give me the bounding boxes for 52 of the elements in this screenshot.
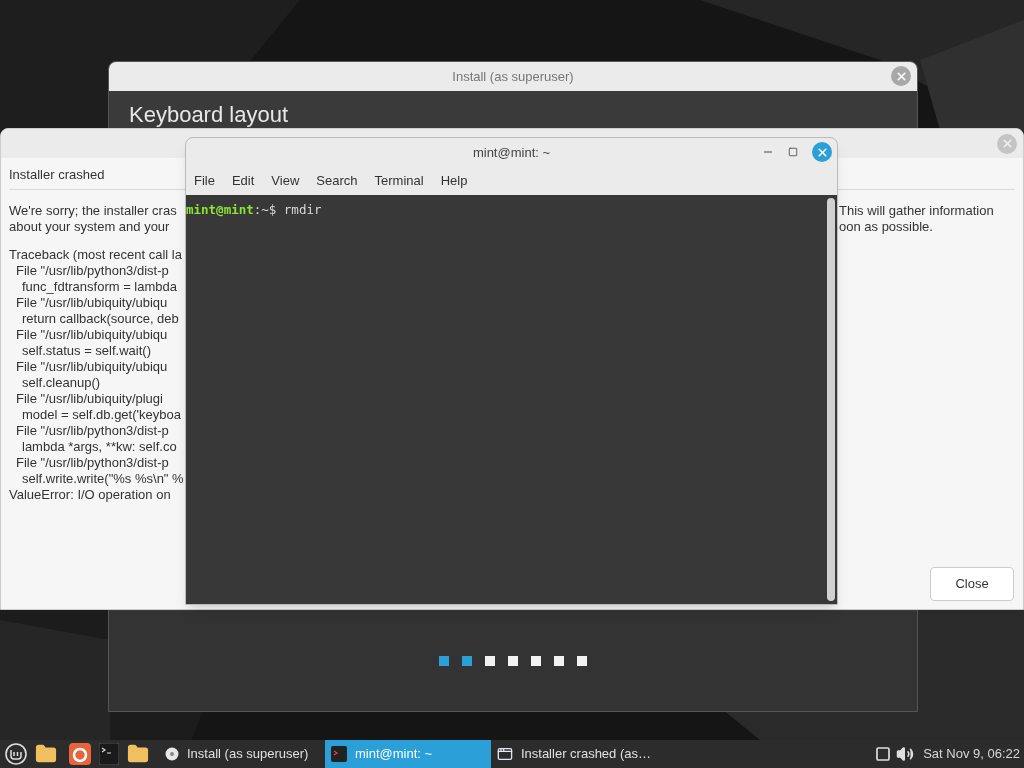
network-icon[interactable]: [875, 746, 892, 762]
page-heading: Keyboard layout: [129, 102, 289, 127]
message-text: This will gather information: [839, 203, 995, 219]
traceback-line: return callback(source, deb: [21, 311, 179, 327]
volume-icon[interactable]: [896, 745, 915, 763]
disc-icon: [165, 747, 179, 761]
message-text: oon as possible.: [839, 219, 934, 235]
window-icon: [497, 746, 513, 762]
message-text: about your system and your: [9, 219, 171, 235]
menu-logo-icon[interactable]: [5, 743, 27, 765]
traceback-line: self.write.write("%s %s\n" %: [21, 471, 184, 487]
window-title: mint@mint: ~: [472, 143, 551, 162]
menu-item[interactable]: Help: [440, 171, 468, 191]
traceback-line: model = self.db.get('keyboa: [21, 407, 181, 423]
traceback-line: File "/usr/lib/ubiquity/plugi: [15, 391, 163, 407]
traceback-line: File "/usr/lib/ubiquity/ubiqu: [15, 359, 168, 375]
traceback-line: File "/usr/lib/ubiquity/ubiqu: [15, 295, 168, 311]
menu-item[interactable]: File: [194, 171, 215, 191]
close-icon: [1000, 137, 1014, 150]
close-icon: [894, 69, 908, 83]
scrollbar[interactable]: [827, 198, 835, 601]
taskbar-window-button[interactable]: Install (as superuser): [159, 740, 325, 768]
traceback-line: File "/usr/lib/ubiquity/ubiqu: [15, 327, 168, 343]
menu-item[interactable]: Search: [316, 171, 358, 191]
traceback-line: Traceback (most recent call la: [9, 247, 182, 263]
folder-icon[interactable]: [127, 743, 149, 765]
close-icon: [815, 145, 829, 159]
traceback-line: File "/usr/lib/python3/dist-p: [15, 263, 169, 279]
traceback-line: func_fdtransform = lambda: [21, 279, 177, 295]
traceback-line: ValueError: I/O operation on: [9, 487, 171, 503]
traceback-line: lambda *args, **kw: self.co: [21, 439, 177, 455]
traceback-line: self.cleanup(): [21, 375, 101, 391]
window-title: Install (as superuser): [452, 67, 574, 86]
terminal-icon[interactable]: [99, 743, 119, 765]
message-text: We're sorry; the installer cras: [9, 203, 177, 219]
traceback-line: self.status = self.wait(): [21, 343, 151, 359]
taskbar-window-button[interactable]: Installer crashed (as…: [491, 740, 657, 768]
dialog-heading: Installer crashed: [9, 167, 105, 182]
menu-item[interactable]: Terminal: [374, 171, 424, 191]
browser-icon[interactable]: [69, 743, 91, 765]
menu-item[interactable]: View: [271, 171, 300, 191]
prompt-line: mint@mint:~$ rmdir: [186, 201, 322, 219]
maximize-icon[interactable]: [788, 147, 798, 157]
traceback-line: File "/usr/lib/python3/dist-p: [15, 423, 169, 439]
close-button[interactable]: [891, 66, 911, 86]
close-button[interactable]: [812, 142, 832, 162]
terminal-icon: [331, 746, 347, 762]
traceback-line: File "/usr/lib/python3/dist-p: [15, 455, 169, 471]
menu-item[interactable]: Edit: [231, 171, 255, 191]
close-button[interactable]: Close: [930, 567, 1014, 601]
folder-icon[interactable]: [35, 743, 57, 765]
clock[interactable]: Sat Nov 9, 06:22: [923, 744, 1020, 764]
